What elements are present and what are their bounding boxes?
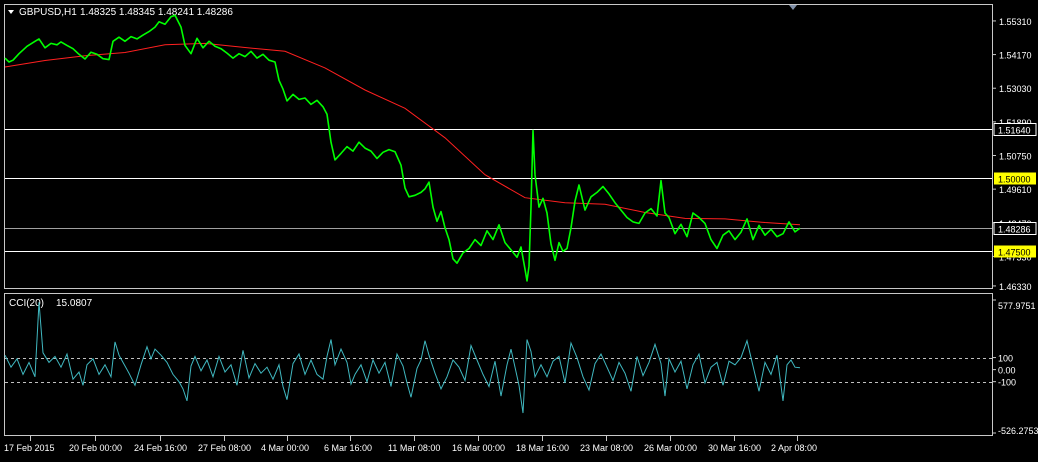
indicator-value: 15.0807 [56, 298, 93, 309]
time-tick-label: 2 Apr 08:00 [771, 443, 817, 453]
chart-canvas[interactable]: GBPUSD,H1 1.48325 1.48345 1.48241 1.4828… [0, 0, 1038, 457]
price-tick-label: 1.55310 [999, 17, 1032, 27]
cci-tick-label: -100 [998, 378, 1016, 388]
price-tick-label: 1.50750 [999, 152, 1032, 162]
time-tick-label: 6 Mar 16:00 [324, 443, 372, 453]
ohlc-values: 1.48325 1.48345 1.48241 1.48286 [80, 7, 233, 18]
price-tick-label: 1.54170 [999, 51, 1032, 61]
time-tick-label: 4 Mar 00:00 [261, 443, 309, 453]
cci-tick-label: 100 [998, 354, 1013, 364]
level-price-label: 1.51640 [998, 126, 1031, 136]
time-tick-label: 18 Mar 16:00 [516, 443, 569, 453]
time-tick-label: 24 Feb 16:00 [134, 443, 187, 453]
price-tick-label: 1.49610 [999, 185, 1032, 195]
time-tick-label: 27 Feb 08:00 [198, 443, 251, 453]
chart-window[interactable]: GBPUSD,H1 1.48325 1.48345 1.48241 1.4828… [0, 0, 1038, 457]
time-tick-label: 17 Feb 2015 [4, 443, 55, 453]
price-tick-label: 1.53030 [999, 84, 1032, 94]
time-tick-label: 11 Mar 08:00 [388, 443, 440, 453]
current-price-label: 1.48286 [998, 225, 1031, 235]
time-tick-label: 23 Mar 08:00 [580, 443, 633, 453]
time-tick-label: 16 Mar 00:00 [452, 443, 505, 453]
cci-tick-label: 577.9751 [998, 301, 1036, 311]
price-tick-label: 1.46330 [999, 282, 1032, 292]
cci-tick-label: 0.00 [998, 366, 1016, 376]
cci-tick-label: -526.2753 [998, 426, 1038, 436]
time-tick-label: 20 Feb 00:00 [69, 443, 122, 453]
symbol-timeframe: GBPUSD,H1 [19, 7, 77, 18]
time-tick-label: 30 Mar 16:00 [708, 443, 761, 453]
level-price-label: 1.50000 [998, 175, 1031, 185]
time-tick-label: 26 Mar 00:00 [644, 443, 697, 453]
level-price-label: 1.47500 [998, 248, 1031, 258]
